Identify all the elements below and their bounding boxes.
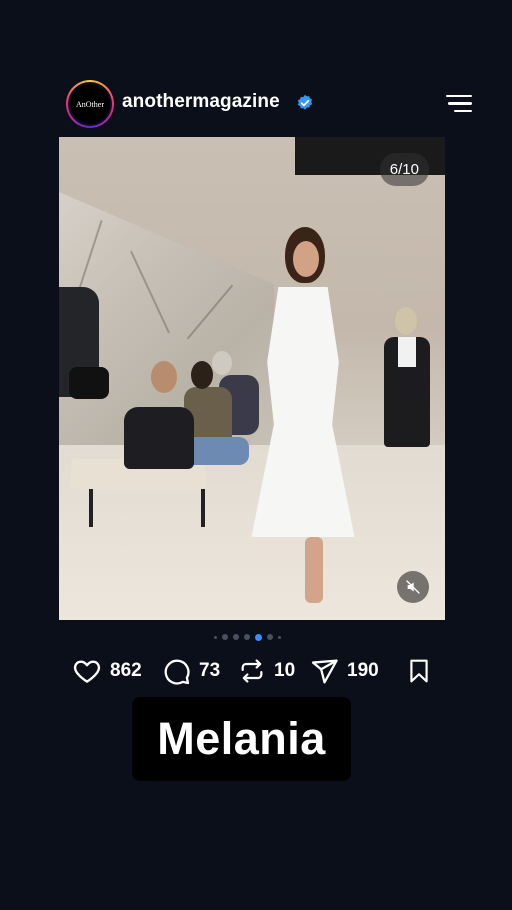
carousel-dot (214, 635, 217, 639)
caption-overlay-text: Melania (157, 713, 326, 764)
seated-guest-head (191, 361, 213, 389)
carousel-dot (278, 635, 281, 639)
share-button[interactable]: 190 (310, 654, 379, 688)
send-icon (311, 658, 338, 684)
media-bench-leg (201, 489, 205, 527)
bookmark-icon (410, 659, 428, 683)
media-bench-leg (89, 489, 93, 527)
username-link[interactable]: anothermagazine (122, 91, 280, 113)
repost-count: 10 (274, 660, 296, 681)
menu-lines-icon[interactable] (446, 95, 472, 113)
seated-guest-head (151, 361, 177, 393)
avatar[interactable]: AnOther (66, 80, 114, 128)
background-model-head (395, 307, 417, 335)
verified-badge-icon (297, 94, 313, 110)
comment-button[interactable]: 73 (162, 654, 220, 688)
post-media[interactable]: 6/10 (59, 137, 445, 620)
runway-model-leg (305, 537, 323, 603)
comment-bubble-icon (164, 659, 190, 685)
comment-count: 73 (199, 660, 221, 681)
carousel-dot (244, 634, 250, 640)
seated-guest (124, 407, 194, 469)
carousel-dot (222, 634, 228, 640)
share-count: 190 (347, 660, 379, 681)
carousel-dot-active (255, 633, 262, 641)
muted-speaker-glyph (406, 580, 420, 594)
muted-speaker-icon[interactable] (397, 571, 429, 603)
media-counter: 6/10 (379, 153, 429, 186)
heart-icon (73, 660, 101, 683)
repost-icon (241, 659, 263, 683)
caption-overlay: Melania (132, 697, 351, 781)
like-count: 862 (110, 660, 142, 681)
background-model-shirt (398, 337, 416, 367)
like-button[interactable]: 862 (72, 654, 142, 688)
carousel-dot (267, 634, 273, 640)
repost-button[interactable]: 10 (238, 654, 295, 688)
avatar-logo-text: AnOther (68, 82, 112, 126)
post-actions: 862 73 10 190 (72, 654, 432, 688)
runway-model-face (293, 241, 319, 277)
carousel-indicator (214, 632, 281, 642)
camera-lens (69, 367, 109, 399)
carousel-dot (233, 634, 239, 640)
seated-guest-head (212, 351, 232, 375)
save-button[interactable] (406, 654, 432, 688)
post-header: AnOther anothermagazine (66, 80, 472, 128)
